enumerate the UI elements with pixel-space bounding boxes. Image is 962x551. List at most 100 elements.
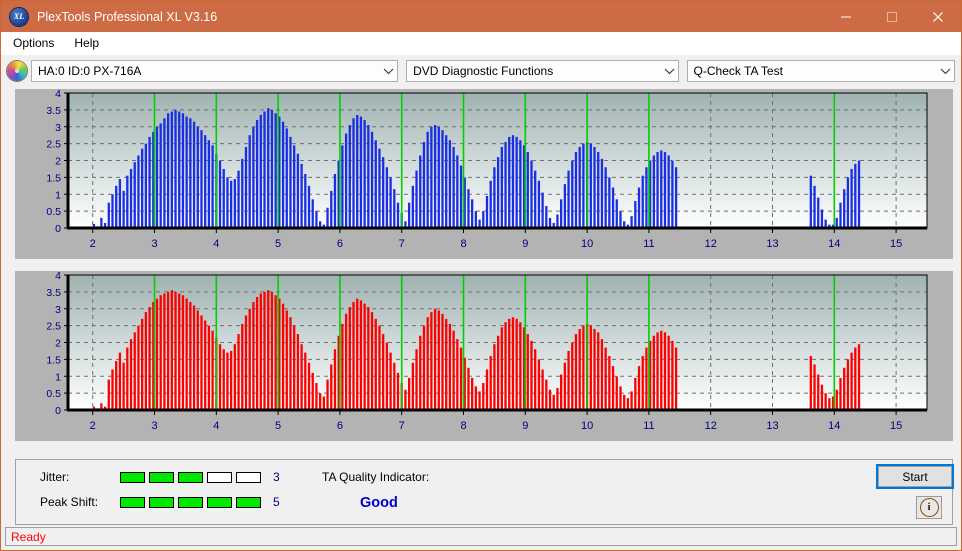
svg-text:13: 13	[766, 420, 778, 432]
jitter-segment	[149, 471, 174, 483]
drive-select[interactable]: HA:0 ID:0 PX-716A	[31, 60, 399, 82]
svg-text:0.5: 0.5	[46, 388, 61, 400]
svg-text:5: 5	[275, 238, 281, 250]
xl-logo-icon: XL	[10, 7, 28, 26]
svg-text:2: 2	[90, 420, 96, 432]
svg-text:10: 10	[581, 420, 593, 432]
svg-text:9: 9	[522, 238, 528, 250]
ta-test-chart-top-svg: 0 0.5 1 1.5 2 2.5 3 3.5 4 2 3 4 5 6 7 8 9 10 11 12 13 14 15	[15, 89, 953, 259]
disc-icon	[7, 61, 27, 81]
svg-text:11: 11	[643, 420, 654, 432]
svg-text:4: 4	[55, 271, 61, 282]
minimize-icon[interactable]	[823, 1, 869, 32]
peak-shift-segment	[178, 496, 203, 508]
function-select[interactable]: DVD Diagnostic Functions	[406, 60, 679, 82]
svg-text:6: 6	[337, 238, 343, 250]
maximize-icon[interactable]	[869, 1, 915, 32]
peak-shift-segment	[236, 496, 261, 508]
svg-text:9: 9	[522, 420, 528, 432]
chart-top-plot: 0 0.5 1 1.5 2 2.5 3 3.5 4 2 3 4 5 6 7 8 9 10 11 12 13 14 15	[15, 89, 953, 259]
peak-shift-segment	[120, 496, 145, 508]
menu-item-options[interactable]: Options	[9, 34, 63, 52]
jitter-segment	[120, 471, 145, 483]
svg-text:14: 14	[828, 420, 840, 432]
close-icon[interactable]	[915, 1, 961, 32]
svg-text:8: 8	[460, 420, 466, 432]
start-button[interactable]: Start	[878, 466, 952, 487]
ta-test-chart-bottom-svg: 0 0.5 1 1.5 2 2.5 3 3.5 4 2 3 4 5 6 7 8 9 10 11 12 13 14 15	[15, 271, 953, 441]
svg-text:4: 4	[213, 238, 219, 250]
svg-text:12: 12	[705, 420, 717, 432]
svg-text:2: 2	[55, 156, 61, 168]
svg-text:15: 15	[890, 420, 902, 432]
title-bar: XL PlexTools Professional XL V3.16	[1, 1, 961, 32]
menu-item-help[interactable]: Help	[70, 34, 108, 52]
svg-text:3: 3	[151, 420, 157, 432]
drive-select-value: HA:0 ID:0 PX-716A	[38, 64, 142, 78]
ta-quality-label: TA Quality Indicator:	[322, 470, 430, 484]
svg-text:3.5: 3.5	[46, 287, 61, 299]
jitter-segment	[178, 471, 203, 483]
jitter-label: Jitter:	[40, 470, 70, 484]
svg-text:7: 7	[399, 238, 405, 250]
peak-shift-meter	[120, 496, 265, 508]
svg-text:10: 10	[581, 238, 593, 250]
svg-text:3: 3	[151, 238, 157, 250]
svg-text:2: 2	[90, 238, 96, 250]
selector-bar: HA:0 ID:0 PX-716A DVD Diagnostic Functio…	[1, 55, 961, 85]
jitter-value: 3	[273, 470, 280, 484]
svg-text:5: 5	[275, 420, 281, 432]
svg-text:4: 4	[55, 89, 61, 100]
ta-quality-value: Good	[360, 495, 398, 511]
svg-text:12: 12	[705, 238, 717, 250]
svg-text:0.5: 0.5	[46, 206, 61, 218]
svg-text:2.5: 2.5	[46, 139, 61, 151]
peak-shift-value: 5	[273, 495, 280, 509]
chart-bottom-plot: 0 0.5 1 1.5 2 2.5 3 3.5 4 2 3 4 5 6 7 8 9 10 11 12 13 14 15	[15, 271, 953, 441]
status-bar: Ready	[5, 527, 957, 546]
svg-text:2.5: 2.5	[46, 321, 61, 333]
plextools-window: XL PlexTools Professional XL V3.16 Optio…	[0, 0, 962, 551]
svg-text:3: 3	[55, 122, 61, 134]
window-controls	[823, 1, 961, 32]
svg-text:2: 2	[55, 338, 61, 350]
test-select-value: Q-Check TA Test	[693, 64, 783, 78]
menu-bar: Options Help	[1, 32, 961, 55]
chevron-down-icon	[380, 67, 397, 75]
svg-text:1: 1	[55, 371, 61, 383]
peak-shift-segment	[149, 496, 174, 508]
jitter-segment	[207, 471, 232, 483]
chevron-down-icon	[937, 67, 954, 75]
svg-text:1.5: 1.5	[46, 172, 61, 184]
peak-shift-row: Peak Shift: 5	[40, 495, 280, 509]
svg-text:6: 6	[337, 420, 343, 432]
ta-test-chart-bottom: 0 0.5 1 1.5 2 2.5 3 3.5 4 2 3 4 5 6 7 8 9 10 11 12 13 14 15	[15, 271, 953, 441]
peak-shift-label: Peak Shift:	[40, 495, 99, 509]
svg-text:14: 14	[828, 238, 840, 250]
svg-text:7: 7	[399, 420, 405, 432]
info-icon: i	[921, 499, 938, 516]
info-button[interactable]: i	[916, 496, 942, 519]
svg-text:3: 3	[55, 304, 61, 316]
indicator-group: Jitter: 3 Peak Shift: 5 TA Quality Indic…	[15, 459, 953, 525]
svg-text:0: 0	[55, 405, 61, 417]
peak-shift-segment	[207, 496, 232, 508]
svg-text:13: 13	[766, 238, 778, 250]
jitter-meter	[120, 471, 265, 483]
chevron-down-icon	[661, 67, 678, 75]
jitter-segment	[236, 471, 261, 483]
window-title: PlexTools Professional XL V3.16	[37, 9, 218, 24]
svg-text:11: 11	[643, 238, 654, 250]
svg-text:8: 8	[460, 238, 466, 250]
svg-text:0: 0	[55, 223, 61, 235]
function-select-value: DVD Diagnostic Functions	[413, 64, 554, 78]
test-select[interactable]: Q-Check TA Test	[686, 60, 955, 82]
status-text: Ready	[11, 529, 46, 544]
svg-text:4: 4	[213, 420, 219, 432]
svg-text:15: 15	[890, 238, 902, 250]
ta-quality-block: TA Quality Indicator: Good	[322, 470, 429, 511]
jitter-row: Jitter: 3	[40, 470, 280, 484]
svg-text:1.5: 1.5	[46, 354, 61, 366]
ta-test-chart-top: 0 0.5 1 1.5 2 2.5 3 3.5 4 2 3 4 5 6 7 8 9 10 11 12 13 14 15	[15, 89, 953, 259]
svg-text:3.5: 3.5	[46, 105, 61, 117]
